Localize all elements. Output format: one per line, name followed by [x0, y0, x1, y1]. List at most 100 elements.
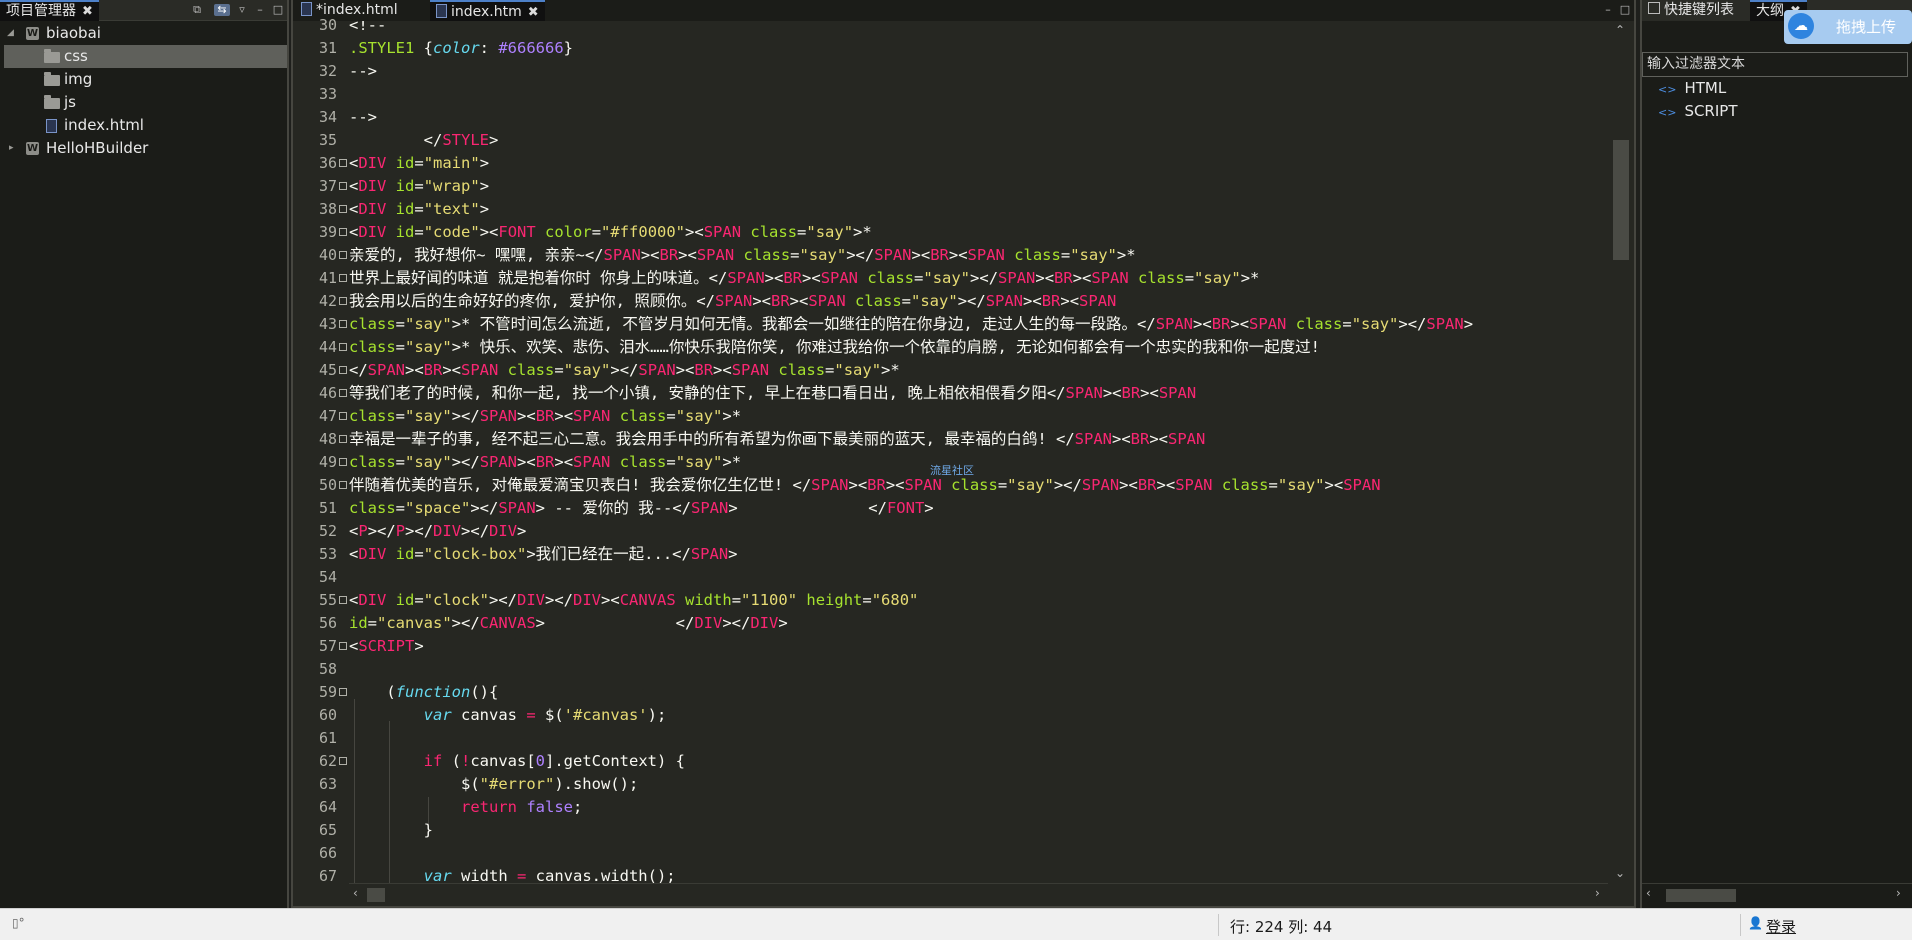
code-token: BR	[535, 407, 555, 425]
fold-toggle-icon[interactable]	[339, 642, 347, 650]
fold-toggle-icon[interactable]	[339, 596, 347, 604]
outline-horizontal-scrollbar[interactable]: ‹ ›	[1642, 883, 1912, 906]
scroll-thumb[interactable]	[1666, 889, 1736, 902]
code-token: >	[414, 637, 424, 655]
fold-toggle-icon[interactable]	[339, 757, 347, 765]
minimize-icon[interactable]: –	[1602, 4, 1614, 16]
scroll-right-icon[interactable]: ›	[1896, 886, 1901, 900]
tree-item-biaobai[interactable]: ◢ W biaobai	[0, 22, 287, 45]
fold-toggle-icon[interactable]	[339, 274, 347, 282]
line-number: 40	[318, 246, 337, 264]
code-token: =	[825, 361, 835, 379]
tab-project-manager[interactable]: 项目管理器 ✖	[0, 0, 99, 21]
filter-input[interactable]: 输入过滤器文本	[1642, 52, 1908, 77]
scroll-up-icon[interactable]: ⌃	[1615, 23, 1625, 37]
outline-panel: 快捷键列表 大纲✖ 输入过滤器文本 <>HTML <>SCRIPT ‹ ›	[1640, 0, 1912, 908]
tree-label: css	[64, 47, 88, 65]
fold-toggle-icon[interactable]	[339, 688, 347, 696]
fold-toggle-icon[interactable]	[339, 297, 347, 305]
tree-item-css[interactable]: css	[4, 45, 287, 68]
tree-item-hellohbuilder[interactable]: ▸ W HelloHBuilder	[0, 137, 287, 160]
code-token: -->	[349, 62, 377, 80]
fold-toggle-icon[interactable]	[339, 458, 347, 466]
code-token: SPAN	[1091, 269, 1129, 287]
code-token: SPAN	[703, 223, 742, 241]
tab-index-htm[interactable]: index.htm ✖	[430, 0, 545, 21]
fold-toggle-icon[interactable]	[339, 182, 347, 190]
code-token: "say"	[806, 223, 854, 241]
code-token: 0	[535, 752, 546, 770]
code-token: >*	[1240, 269, 1260, 287]
code-token: FONT	[886, 499, 925, 517]
login-link[interactable]: 登录	[1766, 916, 1796, 937]
fold-toggle-icon[interactable]	[339, 159, 347, 167]
code-token: "say"	[675, 453, 723, 471]
code-line: <DIV id="wrap">	[349, 175, 489, 198]
code-token: ></	[367, 522, 396, 540]
outline-item-html[interactable]: <> HTML	[1658, 77, 1726, 99]
horizontal-scroll-thumb[interactable]	[367, 888, 385, 902]
code-token: id	[386, 200, 415, 218]
editor-tabbar: *index.html index.htm ✖ – □	[293, 0, 1634, 21]
link-editor-icon[interactable]: ⇆	[214, 4, 230, 16]
code-token: DIV	[358, 545, 387, 563]
fold-toggle-icon[interactable]	[339, 320, 347, 328]
code-token: SPAN	[1065, 384, 1103, 402]
code-token: SPAN	[1081, 476, 1120, 494]
code-token: SPAN	[904, 476, 942, 494]
scroll-left-icon[interactable]: ‹	[353, 886, 358, 900]
fold-toggle-icon[interactable]	[339, 343, 347, 351]
fold-toggle-icon[interactable]	[339, 412, 347, 420]
code-line: 伴随着优美的音乐, 对俺最爱滴宝贝表白! 我会爱你亿生亿世! </SPAN><B…	[349, 474, 1381, 497]
close-icon[interactable]: ✖	[528, 5, 539, 20]
code-line: .STYLE1 {color: #666666}	[349, 37, 573, 60]
fold-toggle-icon[interactable]	[339, 366, 347, 374]
code-line: id="canvas"></CANVAS> </DIV></DIV>	[349, 612, 788, 635]
tree-item-index-html[interactable]: index.html	[0, 114, 287, 137]
code-line: 世界上最好闻的味道 就是抱着你时 你身上的味道。</SPAN><BR><SPAN…	[349, 267, 1259, 290]
code-token: =	[395, 499, 406, 517]
collapsed-arrow-icon[interactable]: ▸	[9, 137, 14, 160]
outline-item-script[interactable]: <> SCRIPT	[1658, 100, 1738, 122]
code-token: >	[479, 177, 490, 195]
vertical-scroll-thumb[interactable]	[1613, 140, 1629, 260]
fold-toggle-icon[interactable]	[339, 205, 347, 213]
code-token: <!--	[349, 21, 387, 34]
code-token: "say"	[1277, 476, 1325, 494]
fold-toggle-icon[interactable]	[339, 481, 347, 489]
minimize-icon[interactable]: –	[254, 4, 266, 16]
code-token: class	[1004, 246, 1061, 264]
tree-item-img[interactable]: img	[0, 68, 287, 91]
code-token: ></	[461, 522, 490, 540]
scroll-right-icon[interactable]: ›	[1595, 886, 1600, 900]
line-number: 32	[318, 62, 337, 80]
close-icon[interactable]: ✖	[82, 4, 93, 19]
scroll-down-icon[interactable]: ⌄	[1615, 866, 1625, 880]
code-token: =	[591, 223, 602, 241]
scroll-left-icon[interactable]: ‹	[1646, 886, 1651, 900]
expanded-arrow-icon[interactable]: ◢	[7, 22, 14, 45]
code-token: ></	[610, 361, 639, 379]
code-token: (){	[470, 683, 499, 701]
fold-toggle-icon[interactable]	[339, 228, 347, 236]
fold-toggle-icon[interactable]	[339, 435, 347, 443]
tab-shortcuts[interactable]: 快捷键列表	[1642, 0, 1740, 21]
fold-toggle-icon[interactable]	[339, 251, 347, 259]
line-number: 56	[318, 614, 337, 632]
fold-toggle-icon[interactable]	[339, 389, 347, 397]
view-menu-icon[interactable]: ▿	[236, 4, 248, 16]
maximize-icon[interactable]: □	[272, 4, 284, 16]
code-token: SPAN	[573, 453, 611, 471]
maximize-icon[interactable]: □	[1619, 4, 1631, 16]
code-token: > </	[728, 499, 887, 517]
code-token: DIV	[358, 223, 387, 241]
code-token: ><	[554, 453, 574, 471]
code-token: DIV	[358, 200, 387, 218]
code-area[interactable]: <!-- .STYLE1 {color: #666666} --> --> </STY…	[349, 21, 1608, 883]
horizontal-scrollbar[interactable]: ‹ ›	[349, 883, 1608, 906]
code-token: 亲爱的, 我好想你~ 嘿嘿, 亲亲~</	[349, 246, 604, 264]
code-token: "say"	[799, 246, 847, 264]
collapse-all-icon[interactable]: ⧉	[191, 4, 203, 16]
code-line: 亲爱的, 我好想你~ 嘿嘿, 亲亲~</SPAN><BR><SPAN class…	[349, 244, 1136, 267]
tree-item-js[interactable]: js	[0, 91, 287, 114]
